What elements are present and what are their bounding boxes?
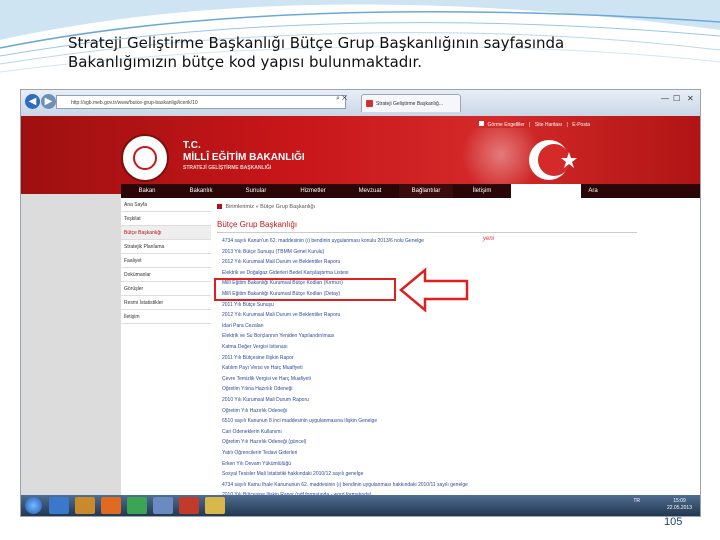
sidebar-item-gorusler[interactable]: Görüşler [121, 282, 211, 296]
clock-date: 22.05.2013 [666, 505, 692, 511]
slide-title-line1: Strateji Geliştirme Başkanlığı Bütçe Gru… [68, 34, 565, 52]
maximize-icon[interactable]: ☐ [673, 94, 680, 103]
document-link[interactable]: Sosyal Tesisler Mali İstatistiki hakkınd… [222, 471, 552, 478]
document-link[interactable]: İdari Para Cezaları [222, 323, 552, 330]
seal-inner-ring [133, 146, 157, 170]
site-header: Görme Engelliler | Site Haritası | E-Pos… [21, 116, 700, 194]
language-indicator[interactable]: TR [633, 498, 640, 505]
document-link[interactable]: Katılım Payı Verisi ve Harç Muafiyeti [222, 365, 552, 372]
page-number: 105 [664, 516, 683, 528]
close-icon[interactable]: ✕ [687, 94, 694, 103]
firefox-taskbar-icon[interactable] [101, 497, 121, 514]
document-link[interactable]: 2011 Yılı Bütçe Sunuşu [222, 302, 552, 309]
logo-ministry: MİLLÎ EĞİTİM BAKANLIĞI [183, 152, 305, 163]
slide-title-line2: Bakanlığımızın bütçe kod yapısı bulunmak… [68, 53, 423, 71]
page-content: Ana Sayfa Teşkilat Bütçe Başkanlığı Stra… [121, 198, 700, 516]
document-link[interactable]: Yatılı Öğrencilerin Tedavi Giderleri [222, 450, 552, 457]
document-link[interactable]: 6510 sayılı Kanunun 8 inci maddesinin uy… [222, 418, 552, 425]
nav-search-box[interactable] [511, 184, 581, 198]
app-taskbar-icon[interactable] [153, 497, 173, 514]
home-icon[interactable] [479, 121, 485, 126]
browser-tab[interactable]: Strateji Geliştirme Başkanlığ... [361, 94, 461, 112]
document-link[interactable]: Elektrik ve Doğalgaz Giderleri Bedel Kar… [222, 270, 552, 277]
windows-taskbar: TR 15:09 22.05.2013 [21, 495, 700, 516]
logo-tc: T.C. [183, 140, 201, 151]
explorer-taskbar-icon[interactable] [75, 497, 95, 514]
breadcrumb: Birimlerimiz » Bütçe Grup Başkanlığı [217, 204, 315, 210]
document-link[interactable]: Öğretim Yılına Hazırlık Ödeneği [222, 386, 552, 393]
top-link-email[interactable]: E-Posta [572, 122, 590, 128]
clock[interactable]: 15:09 22.05.2013 [667, 498, 692, 512]
breadcrumb-home-icon[interactable] [217, 204, 222, 210]
start-button-icon[interactable] [25, 497, 42, 514]
document-link[interactable]: 2013 Yılı Bütçe Sunuşu (TBMM Genel Kurul… [222, 249, 552, 256]
nav-search-button[interactable]: Ara [581, 184, 605, 198]
sidebar-item-teskilat[interactable]: Teşkilat [121, 212, 211, 226]
document-link[interactable]: Katma Değer Vergisi İstisnası [222, 344, 552, 351]
sidebar: Ana Sayfa Teşkilat Bütçe Başkanlığı Stra… [121, 198, 211, 516]
turkish-flag-icon [529, 140, 577, 180]
browser-screenshot: ◀ ▶ http://sgb.meb.gov.tr/www/butce-grup… [20, 89, 701, 517]
nav-item-sunular[interactable]: Sunular [229, 184, 283, 198]
page-heading: Bütçe Grup Başkanlığı [217, 220, 298, 229]
document-link[interactable]: 2012 Yılı Kurumsal Mali Durum ve Beklent… [222, 312, 552, 319]
document-link[interactable]: 4734 sayılı Kanun'un 62. maddesinin (ı) … [222, 238, 552, 245]
address-bar-icons[interactable]: ⌕ ✕ [336, 95, 347, 103]
slide-title: Strateji Geliştirme Başkanlığı Bütçe Gru… [68, 34, 668, 72]
clock-time: 15:09 [673, 498, 686, 504]
sidebar-item-butce[interactable]: Bütçe Başkanlığı [121, 226, 211, 240]
minimize-icon[interactable]: — [661, 94, 669, 103]
sidebar-item-stratejik[interactable]: Stratejik Planlama [121, 240, 211, 254]
nav-item-mevzuat[interactable]: Mevzuat [343, 184, 397, 198]
nav-item-bakanlik[interactable]: Bakanlık [175, 184, 227, 198]
pointer-arrow-icon [399, 267, 469, 314]
document-link[interactable]: Elektrik ve Su Borçlarının Yeniden Yapıl… [222, 333, 552, 340]
main-navigation: Bakan Bakanlık Sunular Hizmetler Mevzuat… [121, 184, 700, 198]
highlight-box [214, 278, 396, 302]
document-link[interactable]: Erken Yılı Devam Yükümlülüğü [222, 461, 552, 468]
address-bar[interactable]: http://sgb.meb.gov.tr/www/butce-grup-bas… [56, 95, 346, 109]
document-link[interactable]: Cari Ödeneklerin Kullanımı [222, 429, 552, 436]
sidebar-item-faaliyet[interactable]: Faaliyet [121, 254, 211, 268]
nav-item-hizmetler[interactable]: Hizmetler [285, 184, 341, 198]
ministry-seal-logo[interactable] [121, 134, 169, 182]
nav-item-baglantilar[interactable]: Bağlantılar [399, 184, 453, 198]
breadcrumb-home[interactable]: Birimlerimiz [226, 204, 254, 210]
document-link[interactable]: Öğretim Yılı Hazırlık Ödeneği [222, 408, 552, 415]
forward-arrow-icon[interactable]: ▶ [41, 94, 56, 109]
powerpoint-taskbar-icon[interactable] [179, 497, 199, 514]
sidebar-item-dokumanlar[interactable]: Dokümanlar [121, 268, 211, 282]
document-link[interactable]: 2012 Yılı Kurumsal Mali Durum ve Beklent… [222, 259, 552, 266]
back-arrow-icon[interactable]: ◀ [25, 94, 40, 109]
browser-toolbar: ◀ ▶ http://sgb.meb.gov.tr/www/butce-grup… [21, 90, 700, 116]
site-favicon-icon [366, 100, 373, 107]
nav-item-iletisim[interactable]: İletişim [455, 184, 509, 198]
folder-taskbar-icon[interactable] [205, 497, 225, 514]
document-link[interactable]: 2011 Yılı Bütçesine İlişkin Rapor [222, 355, 552, 362]
sidebar-item-istatistik[interactable]: Resmi İstatistikler [121, 296, 211, 310]
document-link[interactable]: Öğretim Yılı Hazırlık Ödeneği (güncel) [222, 439, 552, 446]
breadcrumb-current: Bütçe Grup Başkanlığı [260, 204, 316, 210]
browser-tab-title: Strateji Geliştirme Başkanlığ... [376, 101, 443, 107]
nav-item-bakan[interactable]: Bakan [121, 184, 173, 198]
ie-taskbar-icon[interactable] [49, 497, 69, 514]
document-link[interactable]: Çevre Temizlik Vergisi ve Harç Muafiyeti [222, 376, 552, 383]
heading-divider [217, 232, 637, 233]
chrome-taskbar-icon[interactable] [127, 497, 147, 514]
top-links: Görme Engelliler | Site Haritası | E-Pos… [479, 121, 590, 128]
sidebar-item-iletisim[interactable]: İletişim [121, 310, 211, 324]
logo-unit: STRATEJİ GELİŞTİRME BAŞKANLIĞI [183, 165, 272, 171]
document-link[interactable]: 4734 sayılı Kamu İhale Kanununun 62. mad… [222, 482, 552, 489]
sidebar-item-home[interactable]: Ana Sayfa [121, 198, 211, 212]
document-link[interactable]: 2010 Yılı Kurumsal Mali Durum Raporu [222, 397, 552, 404]
